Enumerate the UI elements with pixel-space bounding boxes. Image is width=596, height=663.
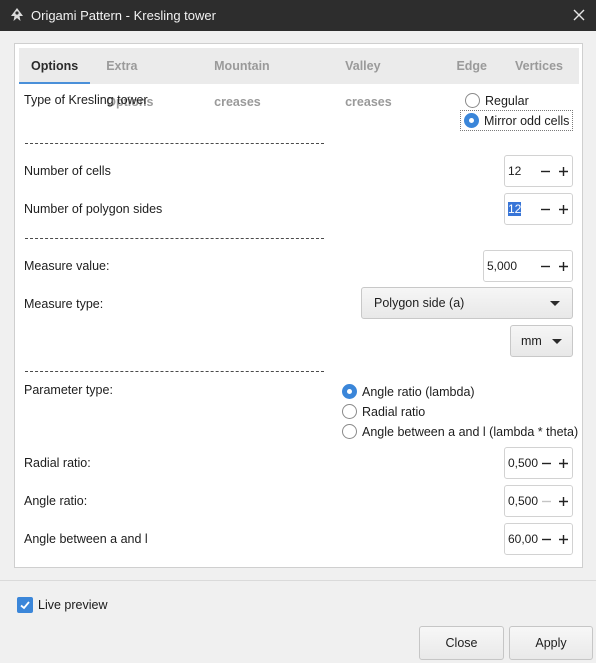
options-panel: Options Extra Options Mountain creases V… bbox=[14, 43, 583, 568]
radio-angle-ratio-label: Angle ratio (lambda) bbox=[362, 384, 475, 399]
angle-between-value[interactable]: 60,00 bbox=[505, 532, 538, 546]
window-title: Origami Pattern - Kresling tower bbox=[31, 8, 216, 23]
num-sides-stepper[interactable]: 12 bbox=[504, 193, 573, 225]
tab-bar: Options Extra Options Mountain creases V… bbox=[19, 48, 579, 109]
minus-icon[interactable] bbox=[538, 524, 555, 554]
checkmark-icon[interactable] bbox=[17, 597, 33, 613]
measure-type-selected: Polygon side (a) bbox=[374, 296, 465, 310]
apply-button[interactable]: Apply bbox=[509, 626, 593, 660]
num-cells-value[interactable]: 12 bbox=[505, 164, 536, 178]
tab-valley-creases[interactable]: Valley creases bbox=[333, 48, 440, 109]
measure-value-stepper[interactable]: 5,000 bbox=[483, 250, 573, 282]
measure-value-label: Measure value: bbox=[24, 259, 110, 273]
radio-angle-ratio-indicator[interactable] bbox=[342, 384, 357, 399]
measure-type-dropdown[interactable]: Polygon side (a) bbox=[361, 287, 573, 319]
tab-vertices[interactable]: Vertices bbox=[503, 48, 575, 84]
chevron-down-icon bbox=[550, 300, 560, 306]
radio-mirror-odd-cells[interactable]: Mirror odd cells bbox=[460, 110, 574, 131]
tab-mountain-creases[interactable]: Mountain creases bbox=[202, 48, 329, 109]
radio-regular[interactable]: Regular bbox=[465, 93, 529, 108]
live-preview-label: Live preview bbox=[38, 598, 108, 612]
footer-divider bbox=[0, 580, 596, 581]
radio-mirror-indicator[interactable] bbox=[464, 113, 479, 128]
num-sides-label: Number of polygon sides bbox=[24, 202, 163, 216]
angle-ratio-stepper[interactable]: 0,500 bbox=[504, 485, 573, 517]
close-button[interactable]: Close bbox=[419, 626, 504, 660]
separator bbox=[25, 143, 324, 144]
radio-radial-ratio-label: Radial ratio bbox=[362, 404, 426, 419]
radio-mirror-label: Mirror odd cells bbox=[484, 113, 570, 128]
plus-icon[interactable] bbox=[555, 486, 572, 516]
radio-angle-ratio[interactable]: Angle ratio (lambda) bbox=[342, 384, 475, 399]
minus-icon[interactable] bbox=[536, 194, 554, 224]
tab-extra-options[interactable]: Extra Options bbox=[94, 48, 198, 109]
measure-value-value[interactable]: 5,000 bbox=[484, 259, 536, 273]
separator bbox=[25, 238, 324, 239]
angle-ratio-value[interactable]: 0,500 bbox=[505, 494, 538, 508]
measure-type-label: Measure type: bbox=[24, 297, 104, 311]
angle-ratio-label: Angle ratio: bbox=[24, 494, 88, 508]
minus-icon bbox=[538, 486, 555, 516]
radio-angle-between-indicator[interactable] bbox=[342, 424, 357, 439]
minus-icon[interactable] bbox=[538, 448, 555, 478]
radial-ratio-value[interactable]: 0,500 bbox=[505, 456, 538, 470]
num-cells-stepper[interactable]: 12 bbox=[504, 155, 573, 187]
radio-radial-ratio[interactable]: Radial ratio bbox=[342, 404, 425, 419]
angle-between-label: Angle between a and l bbox=[24, 532, 148, 546]
num-sides-value[interactable]: 12 bbox=[505, 202, 536, 216]
plus-icon[interactable] bbox=[555, 524, 572, 554]
radial-ratio-label: Radial ratio: bbox=[24, 456, 91, 470]
radio-regular-label: Regular bbox=[485, 93, 529, 108]
radio-regular-indicator[interactable] bbox=[465, 93, 480, 108]
plus-icon[interactable] bbox=[554, 194, 572, 224]
title-bar: Origami Pattern - Kresling tower bbox=[0, 0, 596, 31]
unit-dropdown[interactable]: mm bbox=[510, 325, 573, 357]
plus-icon[interactable] bbox=[555, 448, 572, 478]
tab-options[interactable]: Options bbox=[19, 48, 91, 84]
minus-icon[interactable] bbox=[536, 251, 554, 281]
num-cells-label: Number of cells bbox=[24, 164, 111, 178]
close-icon[interactable] bbox=[571, 7, 587, 23]
radio-angle-between-label: Angle between a and l (lambda * theta) bbox=[362, 424, 579, 439]
plus-icon[interactable] bbox=[554, 251, 572, 281]
radio-angle-between[interactable]: Angle between a and l (lambda * theta) bbox=[342, 424, 578, 439]
radio-radial-ratio-indicator[interactable] bbox=[342, 404, 357, 419]
separator bbox=[25, 371, 324, 372]
chevron-down-icon bbox=[552, 338, 562, 344]
inkscape-icon bbox=[11, 8, 23, 21]
minus-icon[interactable] bbox=[536, 156, 554, 186]
tab-edge[interactable]: Edge bbox=[444, 48, 499, 84]
radial-ratio-stepper[interactable]: 0,500 bbox=[504, 447, 573, 479]
parameter-type-label: Parameter type: bbox=[24, 383, 113, 397]
angle-between-stepper[interactable]: 60,00 bbox=[504, 523, 573, 555]
live-preview-checkbox[interactable]: Live preview bbox=[17, 597, 107, 613]
plus-icon[interactable] bbox=[554, 156, 572, 186]
tower-type-label: Type of Kresling tower bbox=[24, 93, 148, 107]
unit-selected: mm bbox=[521, 334, 542, 348]
